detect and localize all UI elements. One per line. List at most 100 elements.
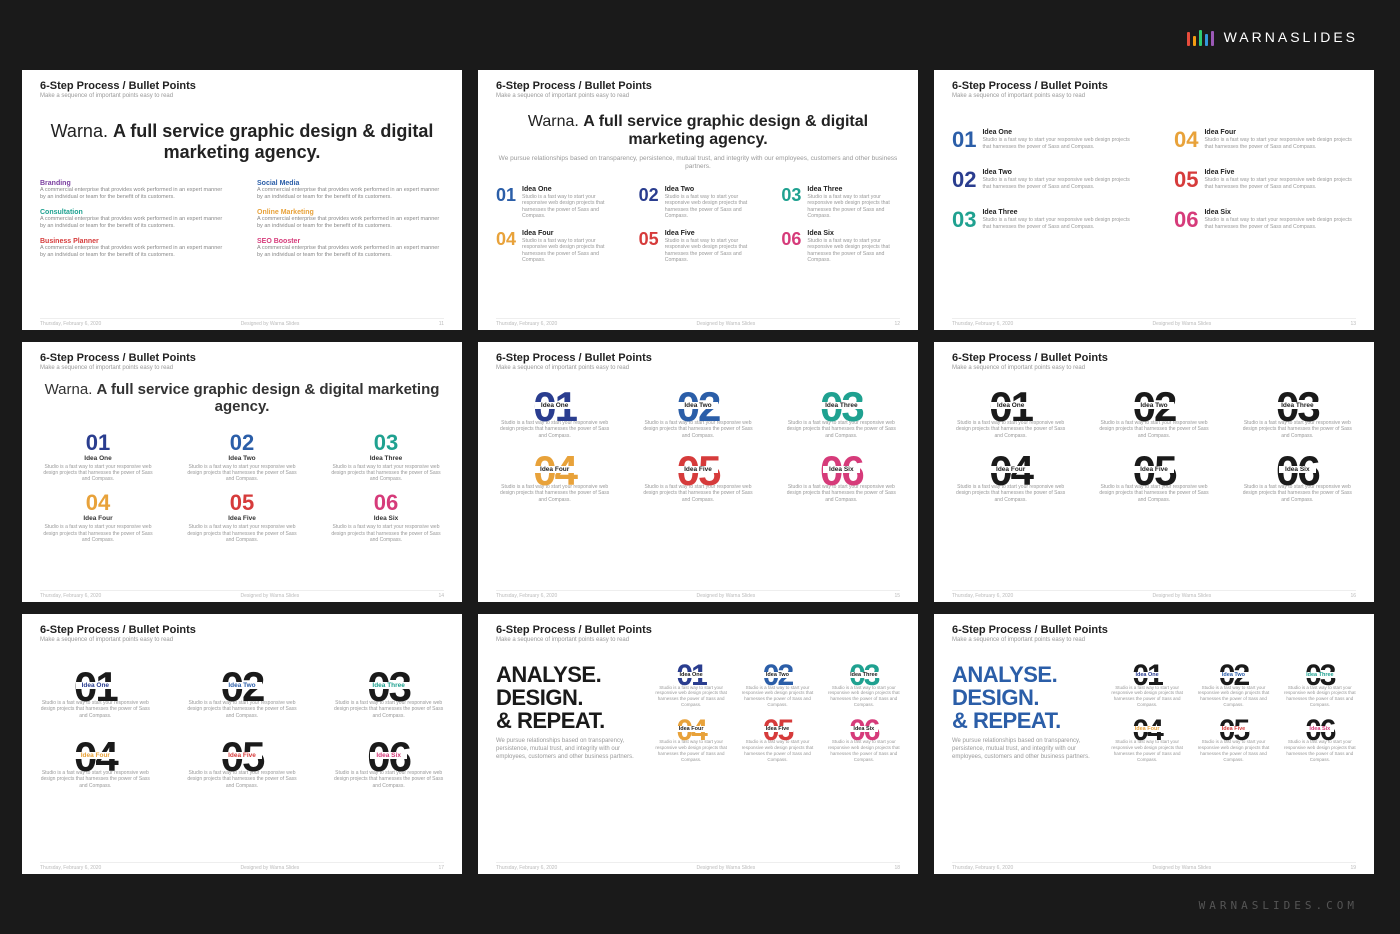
idea-number: 02 [639,186,659,220]
idea-title: Idea Six [807,230,900,237]
idea-number: 04 [496,230,516,264]
idea-title-strip: Idea Five [222,752,262,759]
tagline: We pursue relationships based on transpa… [496,155,900,172]
idea-desc: Studio is a fast way to start your respo… [328,524,444,543]
idea-title-strip: Idea Six [823,466,860,473]
service-item-desc: A commercial enterprise that provides wo… [40,245,227,259]
idea-number: 05 [1174,169,1198,191]
idea-number: 04 [40,492,156,514]
idea-desc: Studio is a fast way to start your respo… [665,194,758,220]
idea-title-strip: Idea Three [1302,672,1338,678]
idea-desc: Studio is a fast way to start your respo… [665,238,758,264]
brand-logo: WARNASLIDES [1187,28,1358,46]
idea-title: Idea Six [328,515,444,522]
idea-number: 06 [328,492,444,514]
idea-title-strip: Idea Three [1275,402,1320,409]
idea-title-strip: Idea Two [1218,672,1249,678]
adr-idea-grid-mono: 01Idea OneStudio is a fast way to start … [1111,663,1356,763]
idea-desc: Studio is a fast way to start your respo… [184,524,300,543]
idea-title: Idea One [522,186,615,193]
slide-footer: Thursday, February 6, 2020Designed by Wa… [40,318,444,327]
service-item-title: Business Planner [40,238,227,245]
service-item-title: Social Media [257,180,444,187]
idea-title: Idea Two [665,186,758,193]
slide-9: 6-Step Process / Bullet Points Make a se… [934,614,1374,874]
idea-desc: Studio is a fast way to start your respo… [40,464,156,483]
idea-title: Idea Three [807,186,900,193]
idea-desc: Studio is a fast way to start your respo… [982,137,1134,150]
slide-5: 6-Step Process / Bullet Points Make a se… [478,342,918,602]
idea-title-strip: Idea Six [1279,466,1316,473]
idea-title: Idea Four [522,230,615,237]
idea-title: Idea Six [1204,209,1356,216]
headline: Warna. A full service graphic design & d… [40,381,444,416]
idea-number: 03 [781,186,801,220]
idea-title-strip: Idea Five [762,726,794,732]
idea-title-strip: Idea Four [990,466,1031,473]
idea-desc: Studio is a fast way to start your respo… [1204,177,1356,190]
idea-title-strip: Idea Five [678,466,718,473]
big-number-grid: 01Idea OneStudio is a fast way to start … [496,389,900,503]
idea-title-strip: Idea Four [534,466,575,473]
idea-desc: Studio is a fast way to start your respo… [807,194,900,220]
idea-row: 04 Idea Four Studio is a fast way to start… [496,230,900,264]
big-number-grid-mono: 01Idea OneStudio is a fast way to start … [952,389,1356,503]
idea-number: 01 [40,432,156,454]
idea-desc: Studio is a fast way to start your respo… [982,217,1134,230]
idea-desc: Studio is a fast way to start your respo… [522,194,615,220]
idea-title: Idea One [982,129,1134,136]
idea-title-strip: Idea One [675,672,706,678]
idea-title-strip: Idea Three [819,402,864,409]
idea-number: 01 [952,129,976,151]
idea-title: Idea Two [184,455,300,462]
idea-title: Idea Five [1204,169,1356,176]
idea-title-strip: Idea Two [762,672,793,678]
watermark: WARNASLIDES.COM [1199,899,1358,912]
idea-title: Idea Five [665,230,758,237]
idea-title-strip: Idea Four [1131,726,1164,732]
service-item-desc: A commercial enterprise that provides wo… [40,216,227,230]
idea-title-strip: Idea One [535,402,574,409]
adr-layout: ANALYSE.DESIGN.& REPEAT. We pursue relat… [496,663,900,763]
idea-number: 05 [184,492,300,514]
idea-desc: Studio is a fast way to start your respo… [184,464,300,483]
slide-title: 6-Step Process / Bullet Points [40,80,444,92]
idea-title-strip: Idea Three [846,672,882,678]
idea-title: Idea Four [1204,129,1356,136]
idea-number: 06 [1174,209,1198,231]
adr-title: ANALYSE.DESIGN.& REPEAT. [496,663,637,732]
slide-8: 6-Step Process / Bullet Points Make a se… [478,614,918,874]
idea-desc: Studio is a fast way to start your respo… [40,524,156,543]
service-item-title: Online Marketing [257,209,444,216]
idea-desc: Studio is a fast way to start your respo… [328,464,444,483]
idea-number: 06 [781,230,801,264]
slide-subtitle: Make a sequence of important points easy… [40,93,444,99]
big-number-grid-striped: 01Idea OneStudio is a fast way to start … [40,669,444,789]
idea-title-strip: Idea Two [678,402,717,409]
service-item-desc: A commercial enterprise that provides wo… [40,187,227,201]
slide-3: 6-Step Process / Bullet Points Make a se… [934,70,1374,330]
idea-desc: Studio is a fast way to start your respo… [982,177,1134,190]
idea-number: 03 [952,209,976,231]
idea-title: Idea Three [328,455,444,462]
idea-title-strip: Idea One [76,682,115,689]
idea-number: 02 [952,169,976,191]
slide-6: 6-Step Process / Bullet Points Make a se… [934,342,1374,602]
slide-7: 6-Step Process / Bullet Points Make a se… [22,614,462,874]
idea-title: Idea Three [982,209,1134,216]
idea-row: 01Idea OneStudio is a fast way to start … [496,186,900,220]
idea-title-strip: Idea Six [1305,726,1334,732]
idea-title-strip: Idea Six [370,752,407,759]
idea-number: 02 [184,432,300,454]
idea-title: Idea Four [40,515,156,522]
adr-idea-grid: 01Idea OneStudio is a fast way to start … [655,663,900,763]
idea-title-strip: Idea Five [1218,726,1250,732]
idea-number: 05 [639,230,659,264]
service-col-1: BrandingA commercial enterprise that pro… [40,180,227,258]
slide-2: 6-Step Process / Bullet Points Make a se… [478,70,918,330]
idea-title-strip: Idea One [1131,672,1162,678]
idea-title-strip: Idea Two [222,682,261,689]
slide-4: 6-Step Process / Bullet Points Make a se… [22,342,462,602]
service-item-desc: A commercial enterprise that provides wo… [257,216,444,230]
idea-grid-2col: 01Idea OneStudio is a fast way to start … [952,129,1356,231]
